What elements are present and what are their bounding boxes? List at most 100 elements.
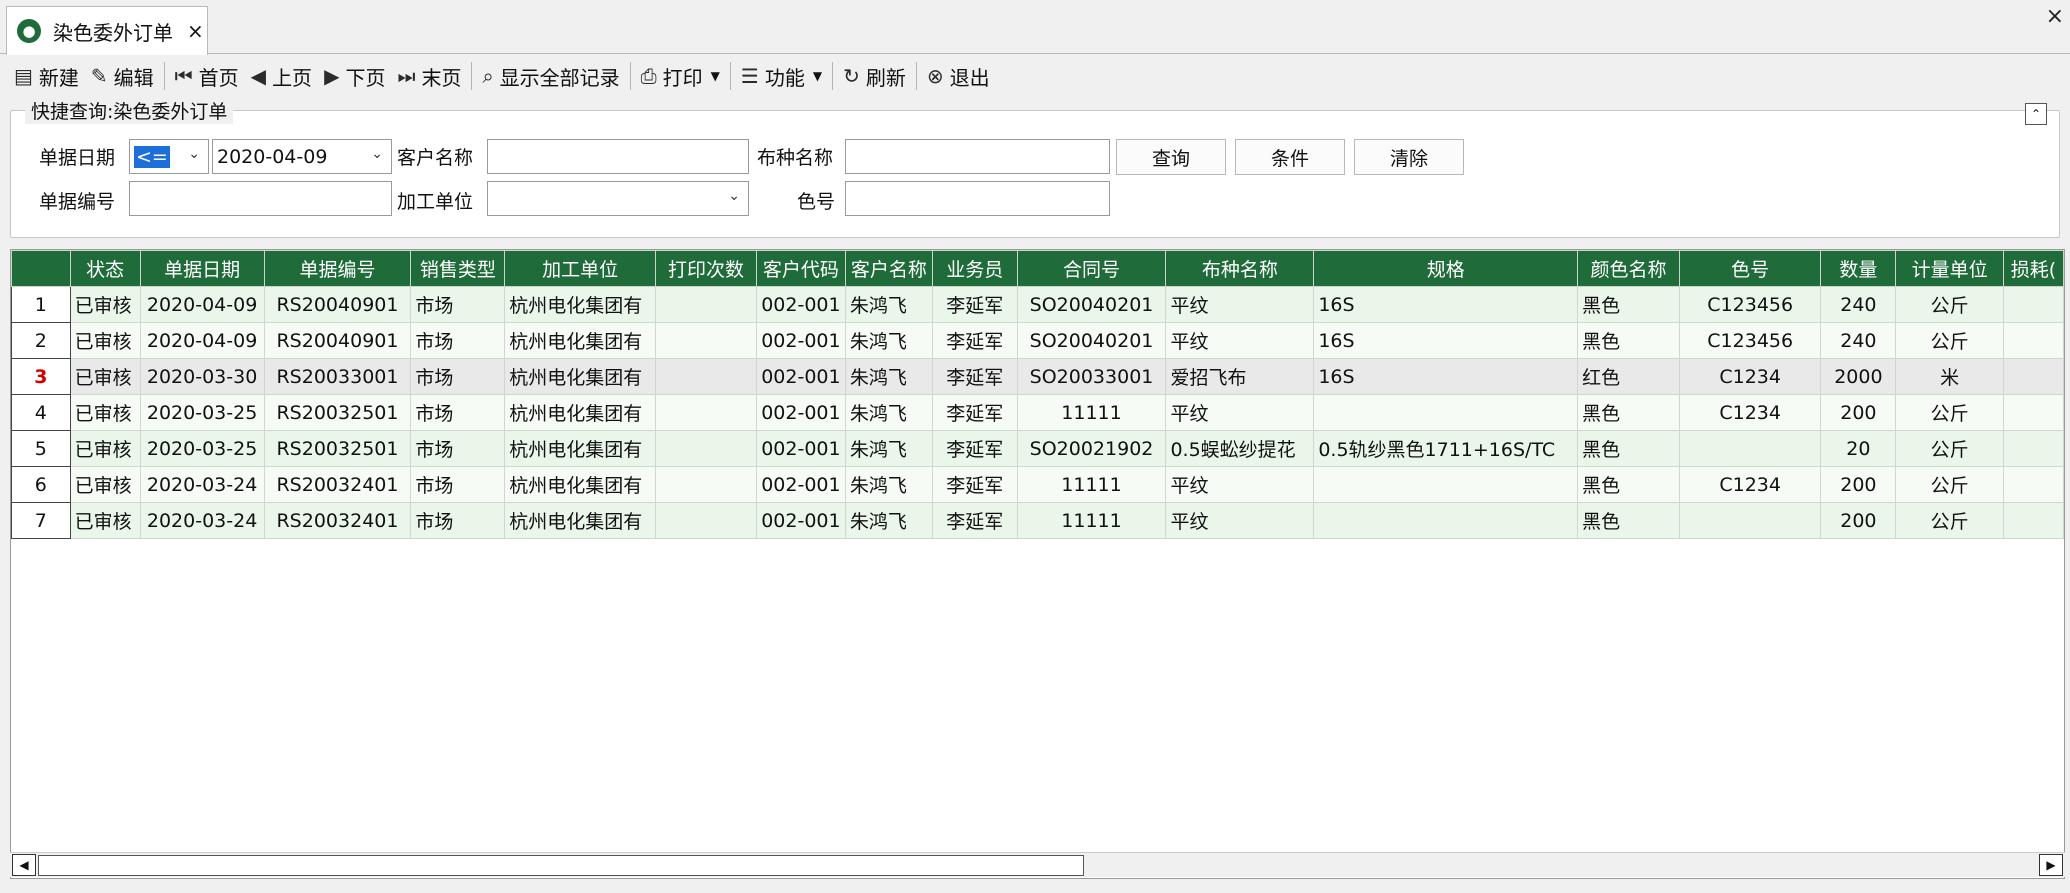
table-cell[interactable]: 黑色 [1577, 286, 1680, 323]
table-cell[interactable] [2002, 430, 2064, 467]
table-cell[interactable]: 李延军 [931, 394, 1018, 431]
table-cell[interactable]: 公斤 [1895, 286, 2004, 323]
table-cell[interactable]: 朱鸿飞 [844, 394, 933, 431]
table-cell[interactable] [655, 286, 757, 323]
table-cell[interactable]: 11111 [1016, 502, 1167, 539]
table-cell[interactable]: 11111 [1016, 394, 1167, 431]
clear-button[interactable]: 清除 [1354, 139, 1464, 175]
table-cell[interactable]: 002-001 [755, 358, 846, 395]
table-cell[interactable]: 002-001 [755, 394, 846, 431]
search-button[interactable]: 查询 [1116, 139, 1226, 175]
row-number-cell[interactable]: 3 [11, 358, 71, 395]
table-cell[interactable]: RS20032401 [263, 502, 412, 539]
table-cell[interactable]: 公斤 [1895, 322, 2004, 359]
table-cell[interactable]: 杭州电化集团有 [504, 430, 657, 467]
collapse-icon[interactable]: ⌃ [2025, 103, 2047, 125]
table-cell[interactable]: 李延军 [931, 466, 1018, 503]
new-button[interactable]: ▤ 新建 [8, 58, 85, 94]
table-cell[interactable]: RS20032501 [263, 430, 412, 467]
column-header[interactable]: 颜色名称 [1577, 250, 1680, 287]
scrollbar-thumb[interactable] [38, 855, 1084, 876]
table-cell[interactable]: 0.5轨纱黑色1711+16S/TC [1313, 430, 1579, 467]
table-cell[interactable]: 市场 [410, 466, 506, 503]
table-cell[interactable] [2002, 502, 2064, 539]
table-cell[interactable]: 朱鸿飞 [844, 502, 933, 539]
table-cell[interactable]: RS20040901 [263, 286, 412, 323]
table-cell[interactable]: 002-001 [755, 430, 846, 467]
table-cell[interactable] [655, 394, 757, 431]
table-cell[interactable]: 已审核 [69, 430, 141, 467]
table-cell[interactable]: 已审核 [69, 322, 141, 359]
table-cell[interactable]: 平纹 [1165, 466, 1315, 503]
table-cell[interactable]: C1234 [1678, 466, 1822, 503]
row-number-header[interactable] [11, 250, 71, 287]
table-cell[interactable] [655, 358, 757, 395]
table-cell[interactable]: 公斤 [1895, 466, 2004, 503]
table-cell[interactable] [1313, 466, 1579, 503]
table-cell[interactable]: 朱鸿飞 [844, 322, 933, 359]
table-cell[interactable]: 002-001 [755, 322, 846, 359]
table-cell[interactable]: C1234 [1678, 358, 1822, 395]
column-header[interactable]: 业务员 [931, 250, 1018, 287]
row-number-cell[interactable]: 4 [11, 394, 71, 431]
column-header[interactable]: 损耗( [2002, 250, 2064, 287]
table-cell[interactable]: 2020-04-09 [139, 322, 265, 359]
column-header[interactable]: 客户代码 [755, 250, 846, 287]
date-operator-select[interactable]: <= ⌄ [129, 139, 209, 174]
close-tab-icon[interactable]: × [187, 19, 204, 43]
table-cell[interactable]: 公斤 [1895, 502, 2004, 539]
table-cell[interactable]: 红色 [1577, 358, 1680, 395]
table-cell[interactable]: 黑色 [1577, 430, 1680, 467]
table-cell[interactable]: 市场 [410, 286, 506, 323]
table-cell[interactable]: 平纹 [1165, 286, 1315, 323]
table-cell[interactable] [655, 322, 757, 359]
table-cell[interactable]: 2020-04-09 [139, 286, 265, 323]
table-cell[interactable]: 2020-03-30 [139, 358, 265, 395]
table-cell[interactable]: 2020-03-24 [139, 466, 265, 503]
table-cell[interactable]: 公斤 [1895, 430, 2004, 467]
table-cell[interactable]: 市场 [410, 394, 506, 431]
table-cell[interactable] [655, 502, 757, 539]
table-cell[interactable] [655, 466, 757, 503]
scroll-left-icon[interactable]: ◀ [12, 854, 36, 876]
table-cell[interactable] [2002, 394, 2064, 431]
table-cell[interactable] [1313, 502, 1579, 539]
table-cell[interactable]: 李延军 [931, 286, 1018, 323]
table-cell[interactable]: 2020-03-24 [139, 502, 265, 539]
table-cell[interactable]: 0.5蜈蚣纱提花 [1165, 430, 1315, 467]
table-cell[interactable]: 11111 [1016, 466, 1167, 503]
table-cell[interactable]: 米 [1895, 358, 2004, 395]
table-cell[interactable]: 2000 [1820, 358, 1897, 395]
table-cell[interactable]: RS20033001 [263, 358, 412, 395]
row-number-cell[interactable]: 2 [11, 322, 71, 359]
table-cell[interactable]: C1234 [1678, 394, 1822, 431]
table-cell[interactable]: 002-001 [755, 286, 846, 323]
fabric-name-input[interactable] [845, 139, 1110, 174]
color-no-input[interactable] [845, 181, 1110, 216]
table-cell[interactable]: 杭州电化集团有 [504, 502, 657, 539]
last-page-button[interactable]: ⏭ 末页 [391, 58, 467, 94]
column-header[interactable]: 打印次数 [655, 250, 757, 287]
doc-no-input[interactable] [129, 181, 392, 216]
table-cell[interactable]: RS20032401 [263, 466, 412, 503]
table-cell[interactable]: 2020-03-25 [139, 430, 265, 467]
table-cell[interactable]: 002-001 [755, 466, 846, 503]
table-cell[interactable] [1678, 502, 1822, 539]
column-header[interactable]: 单据编号 [263, 250, 412, 287]
table-cell[interactable]: 平纹 [1165, 322, 1315, 359]
horizontal-scrollbar[interactable]: ◀ ▶ [10, 852, 2065, 877]
column-header[interactable]: 单据日期 [139, 250, 265, 287]
customer-name-input[interactable] [487, 139, 749, 174]
table-row[interactable]: 2 已审核 2020-04-09 RS20040901 市场 杭州电化集团有 002-001… [11, 322, 2064, 359]
condition-button[interactable]: 条件 [1235, 139, 1345, 175]
next-page-button[interactable]: ▶ 下页 [318, 58, 391, 94]
row-number-cell[interactable]: 6 [11, 466, 71, 503]
table-cell[interactable]: SO20033001 [1016, 358, 1167, 395]
exit-button[interactable]: ⊗ 退出 [921, 58, 996, 94]
table-cell[interactable]: 李延军 [931, 322, 1018, 359]
table-cell[interactable]: 已审核 [69, 502, 141, 539]
table-cell[interactable]: 已审核 [69, 394, 141, 431]
table-cell[interactable]: 200 [1820, 466, 1897, 503]
table-cell[interactable]: 2020-03-25 [139, 394, 265, 431]
column-header[interactable]: 销售类型 [410, 250, 506, 287]
